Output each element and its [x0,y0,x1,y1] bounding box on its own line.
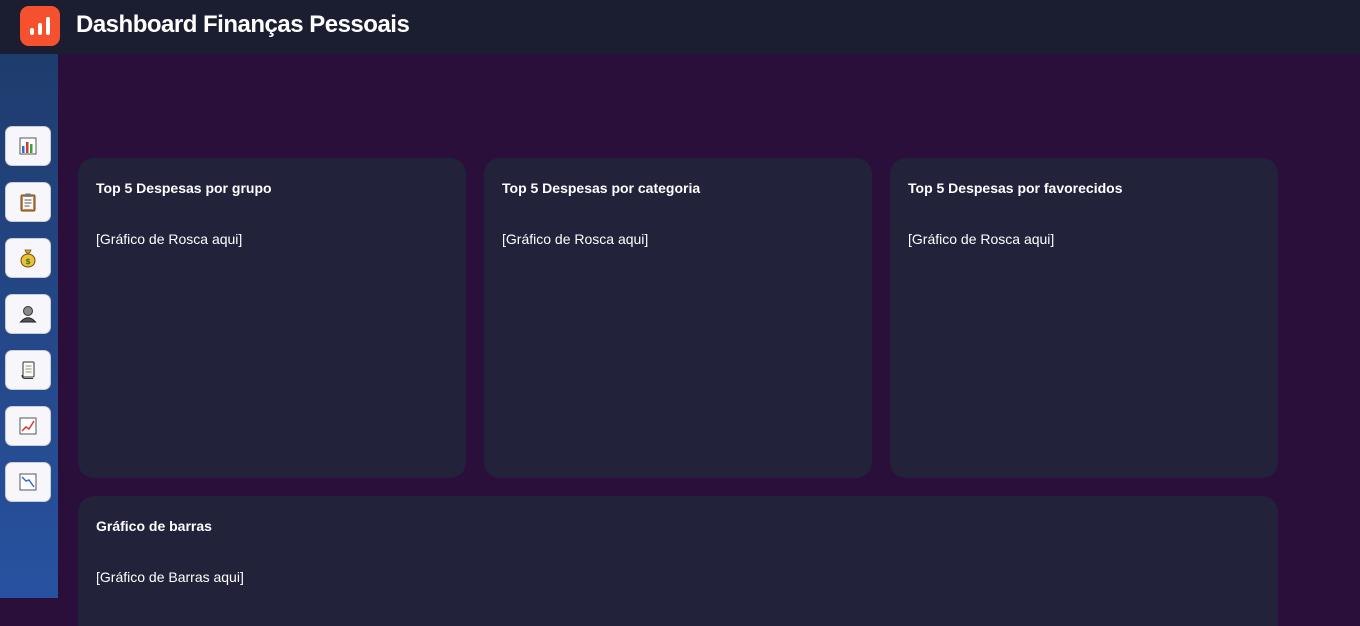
sidebar-item-chart-increasing[interactable] [5,406,51,446]
sidebar-item-scroll[interactable] [5,350,51,390]
chart-placeholder: [Gráfico de Rosca aqui] [908,231,1055,247]
card-top5-grupo: Top 5 Despesas por grupo [Gráfico de Ros… [78,158,466,478]
card-title: Top 5 Despesas por favorecidos [908,180,1123,196]
bar-chart-icon [19,137,37,155]
app-title: Dashboard Finanças Pessoais [76,11,410,38]
sidebar-item-bar-chart[interactable] [5,126,51,166]
scroll-icon [21,361,35,379]
card-top5-favorecidos: Top 5 Despesas por favorecidos [Gráfico … [890,158,1278,478]
card-title: Gráfico de barras [96,518,212,534]
chart-placeholder: [Gráfico de Rosca aqui] [502,231,649,247]
card-grafico-barras: Gráfico de barras [Gráfico de Barras aqu… [78,496,1278,626]
card-title: Top 5 Despesas por grupo [96,180,272,196]
sidebar-item-money-bag[interactable]: $ [5,238,51,278]
clipboard-icon [20,193,36,212]
svg-text:$: $ [25,257,31,266]
card-top5-categoria: Top 5 Despesas por categoria [Gráfico de… [484,158,872,478]
chart-increasing-icon [19,417,37,435]
app-logo-bar-chart-icon [20,6,60,46]
user-icon [19,306,37,323]
sidebar: $ [0,54,58,598]
card-title: Top 5 Despesas por categoria [502,180,701,196]
chart-decreasing-icon [19,473,37,491]
top-bar: Dashboard Finanças Pessoais [0,0,1360,54]
sidebar-item-user[interactable] [5,294,51,334]
chart-placeholder: [Gráfico de Barras aqui] [96,569,244,585]
chart-placeholder: [Gráfico de Rosca aqui] [96,231,243,247]
sidebar-item-chart-decreasing[interactable] [5,462,51,502]
money-bag-icon: $ [20,249,36,268]
sidebar-item-clipboard[interactable] [5,182,51,222]
